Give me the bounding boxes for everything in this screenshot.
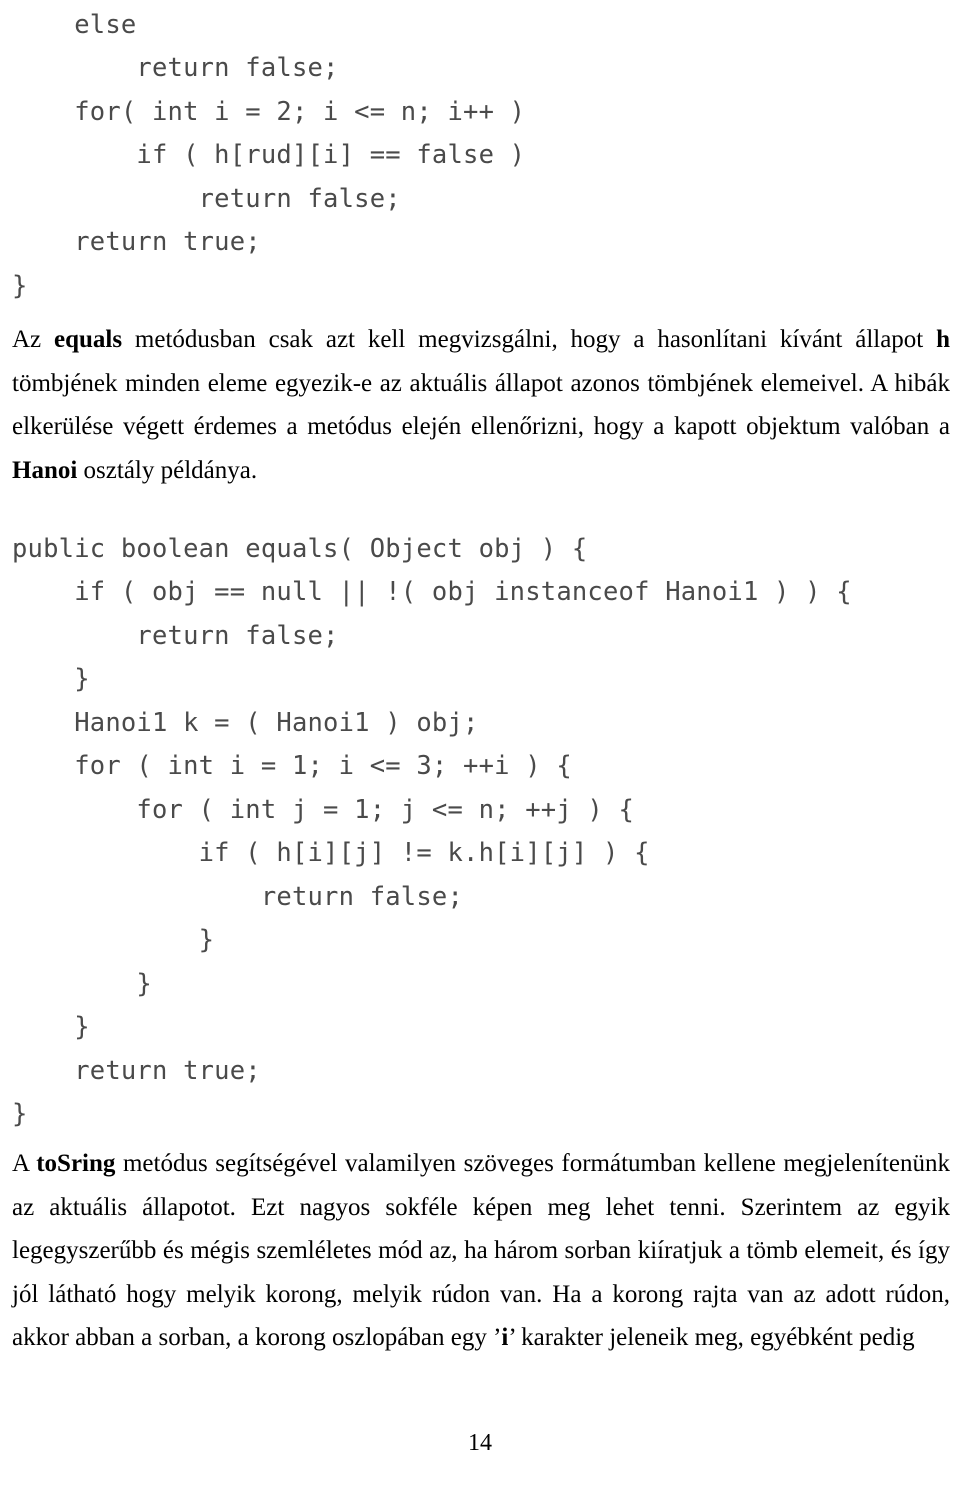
code-line: } [12, 1012, 90, 1042]
text-run: Az [12, 326, 54, 353]
emphasised-term: h [936, 326, 950, 353]
code-block-equals: public boolean equals( Object obj ) { if… [12, 528, 852, 1137]
code-line: if ( obj == null || !( obj instanceof Ha… [12, 577, 852, 607]
paragraph-line: jól látható hogy melyik korong, melyik r… [12, 1273, 950, 1317]
code-line: if ( h[rud][i] == false ) [12, 140, 526, 170]
code-line: } [12, 925, 215, 955]
code-line: return true; [12, 227, 261, 257]
text-run: tömbjének minden eleme egyezik-e az aktu… [12, 369, 950, 397]
code-line: } [12, 270, 28, 301]
code-line: for ( int i = 1; i <= 3; ++i ) { [12, 751, 572, 781]
text-run: elkerülése végett érdemes a metódus elej… [12, 413, 950, 440]
paragraph-line: Az equals metódusban csak azt kell megvi… [12, 318, 950, 362]
emphasised-term: Hanoi [12, 456, 78, 484]
text-run: akkor abban a sorban, a korong oszlopába… [12, 1324, 502, 1351]
text-run: ’ karakter jeleneik meg, egyébként pedig [508, 1324, 915, 1351]
paragraph-line: az aktuális állapotot. Ezt nagyos sokfél… [12, 1186, 950, 1230]
code-line: return false; [12, 53, 339, 83]
code-line: for ( int j = 1; j <= n; ++j ) { [12, 794, 635, 825]
text-run: az aktuális állapotot. Ezt nagyos sokfél… [12, 1193, 950, 1221]
text-run: A [12, 1150, 37, 1177]
code-line: } [12, 1099, 28, 1129]
text-run: jól látható hogy melyik korong, melyik r… [12, 1280, 950, 1308]
paragraph-line: akkor abban a sorban, a korong oszlopába… [12, 1316, 950, 1360]
text-run: metódusban csak azt kell megvizsgálni, h… [122, 326, 937, 353]
emphasised-term: equals [54, 326, 123, 353]
paragraph-line: Hanoi osztály példánya. [12, 449, 950, 493]
paragraph-line: elkerülése végett érdemes a metódus elej… [12, 405, 950, 449]
emphasised-term: toSring [36, 1150, 116, 1177]
code-line: for( int i = 2; i <= n; i++ ) [12, 96, 526, 127]
page-number: 14 [468, 1430, 492, 1456]
paragraph-equals-description: Az equals metódusban csak azt kell megvi… [12, 318, 950, 492]
text-run: metódus segítségével valamilyen szöveges… [115, 1150, 950, 1177]
code-line: else [12, 9, 137, 40]
code-line: return true; [12, 1055, 261, 1086]
text-run: osztály példánya. [77, 456, 258, 484]
text-run: legegyszerűbb és mégis szemléletes mód a… [12, 1237, 950, 1264]
paragraph-line: tömbjének minden eleme egyezik-e az aktu… [12, 362, 950, 406]
code-line: } [12, 968, 152, 999]
document-page: else return false; for( int i = 2; i <= … [0, 0, 960, 1487]
paragraph-line: A toSring metódus segítségével valamilye… [12, 1142, 950, 1186]
code-line: } [12, 664, 90, 694]
code-line: public boolean equals( Object obj ) { [12, 533, 588, 564]
code-line: Hanoi1 k = ( Hanoi1 ) obj; [12, 707, 479, 738]
code-block-isfinished: else return false; for( int i = 2; i <= … [12, 4, 525, 309]
code-line: if ( h[i][j] != k.h[i][j] ) { [12, 838, 650, 868]
paragraph-tostring-description: A toSring metódus segítségével valamilye… [12, 1142, 950, 1360]
paragraph-line: legegyszerűbb és mégis szemléletes mód a… [12, 1229, 950, 1273]
code-line: return false; [12, 183, 401, 214]
code-line: return false; [12, 620, 339, 651]
code-line: return false; [12, 881, 464, 912]
